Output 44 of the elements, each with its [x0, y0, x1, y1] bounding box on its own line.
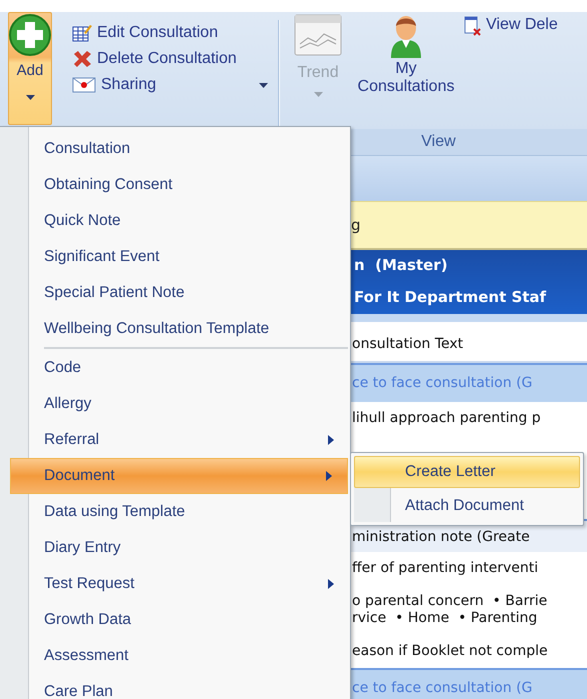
ribbon-button[interactable]: Sharing	[72, 74, 268, 96]
header-text: For It Department Staf	[354, 288, 548, 306]
menu-item[interactable]: Quick Note	[0, 203, 350, 239]
menu-item[interactable]: Test Request	[0, 566, 350, 602]
row-text: lihull approach parenting p	[352, 410, 542, 427]
menu-item[interactable]: Growth Data	[0, 602, 350, 638]
menu-item[interactable]: Assessment	[0, 638, 350, 674]
menu-item[interactable]: Data using Template	[0, 494, 350, 530]
row-text: ce to face consultation (G	[352, 375, 534, 392]
add-button[interactable]: Add	[8, 12, 52, 125]
menu-item[interactable]: Significant Event	[0, 239, 350, 275]
chart-icon	[294, 14, 342, 56]
caret-icon	[26, 95, 34, 100]
row-text: ce to face consultation (G	[352, 680, 534, 697]
menu-item[interactable]: Referral	[0, 422, 350, 458]
menu-item[interactable]: Special Patient Note	[0, 275, 350, 311]
envelope-icon	[72, 76, 96, 94]
ribbon-button[interactable]: Edit Consultation	[72, 22, 268, 44]
menu-item[interactable]: Wellbeing Consultation Template	[0, 311, 350, 347]
row-text: ffer of parenting interventi	[352, 560, 540, 577]
row-text: eason if Booklet not comple	[352, 643, 549, 660]
caret-icon	[314, 92, 322, 97]
menu-item[interactable]: Create Letter	[354, 456, 580, 488]
menu-item[interactable]: Document	[10, 458, 348, 494]
menu-item[interactable]: Code	[0, 350, 350, 386]
person-icon	[388, 14, 424, 58]
ribbon-button[interactable]: Delete Consultation	[72, 48, 268, 70]
menu-item[interactable]: Attach Document	[354, 490, 580, 522]
row-text: ministration note (Greate	[352, 529, 531, 546]
delete-icon	[72, 50, 92, 68]
row-text: rvice • Home • Parenting	[352, 610, 538, 627]
menu-item[interactable]: Diary Entry	[0, 530, 350, 566]
menu-item[interactable]: Care Plan	[0, 674, 350, 699]
header-text: n (Master)	[354, 256, 449, 274]
row-text: o parental concern • Barrie	[352, 593, 548, 610]
plus-icon	[9, 14, 51, 56]
my-consultations-button[interactable]: My Consultations	[354, 12, 458, 129]
menu-item[interactable]: Obtaining Consent	[0, 167, 350, 203]
deleted-document-icon	[464, 16, 482, 36]
banner-text: g	[350, 201, 587, 250]
row-text: onsultation Text	[352, 336, 464, 353]
view-deleted-button[interactable]: View Dele	[458, 12, 558, 36]
grid-pencil-icon	[72, 24, 92, 42]
menu-item[interactable]: Allergy	[0, 386, 350, 422]
